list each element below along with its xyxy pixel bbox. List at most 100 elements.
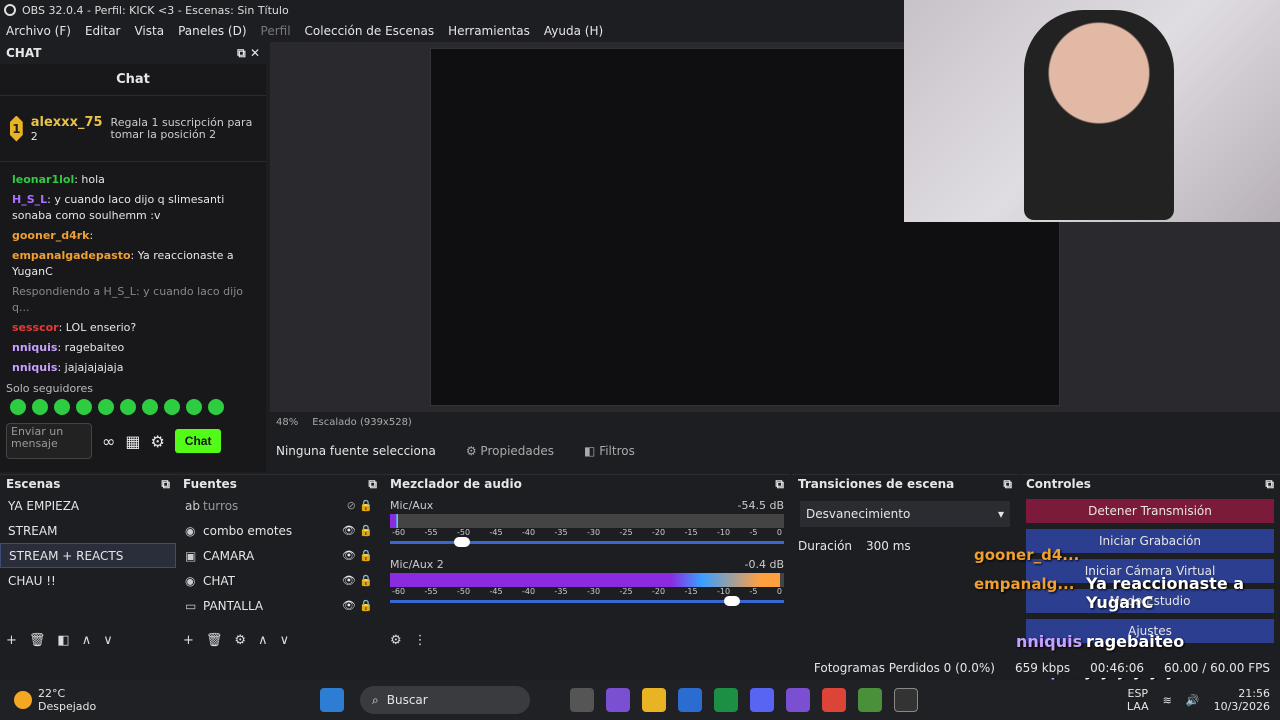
volume-slider[interactable] <box>390 537 784 547</box>
duration-field[interactable]: 300 ms <box>866 539 911 553</box>
source-item[interactable]: ab turros ⊘ 🔒 <box>177 493 383 518</box>
pinned-gift[interactable]: 1 alexxx_75 2 Regala 1 suscripción para … <box>0 96 266 162</box>
volume-slider[interactable] <box>390 596 784 606</box>
float-icon[interactable]: ⧉ <box>161 477 170 492</box>
down-icon[interactable]: ∨ <box>280 633 290 648</box>
menu-profile[interactable]: Perfil <box>261 24 291 38</box>
trash-icon[interactable]: 🗑 <box>206 633 223 648</box>
discord-icon[interactable] <box>750 688 774 712</box>
copilot-icon[interactable] <box>606 688 630 712</box>
scale-label[interactable]: Escalado (939x528) <box>312 417 412 428</box>
source-item[interactable]: ▭ PANTALLA 👁 🔒 <box>177 593 383 618</box>
obs-icon[interactable] <box>894 688 918 712</box>
up-icon[interactable]: ∧ <box>82 633 92 648</box>
emote-icon[interactable] <box>76 399 92 415</box>
windows-start-icon[interactable] <box>320 688 344 712</box>
emote-icon[interactable] <box>54 399 70 415</box>
source-toolbar: Ninguna fuente selecciona ⚙ Propiedades … <box>270 438 1280 464</box>
float-icon[interactable]: ⧉ <box>775 477 784 492</box>
transitions-title: Transiciones de escena <box>798 477 955 491</box>
source-item[interactable]: ◉ combo emotes 👁 🔒 <box>177 518 383 543</box>
scene-item[interactable]: YA EMPIEZA <box>0 493 176 518</box>
bitrate: 659 kbps <box>1014 661 1071 675</box>
zoom-level[interactable]: 48% <box>276 417 298 428</box>
weather-widget[interactable]: 22°C Despejado <box>14 687 314 713</box>
menu-file[interactable]: Archivo (F) <box>6 24 71 38</box>
chat-input[interactable]: Enviar un mensaje <box>6 423 92 459</box>
word-icon[interactable] <box>678 688 702 712</box>
monitor-icon: ▭ <box>185 598 197 613</box>
hidden-eye-icon[interactable]: ⊘ 🔒 <box>347 499 373 512</box>
task-view-icon[interactable] <box>570 688 594 712</box>
filters-button[interactable]: ◧ Filtros <box>584 444 635 458</box>
emote-icon[interactable] <box>142 399 158 415</box>
down-icon[interactable]: ∨ <box>103 633 113 648</box>
float-icon[interactable]: ⧉ <box>368 477 377 492</box>
eye-icon[interactable]: 👁 🔒 <box>342 549 373 562</box>
chat-message: empanalgadepasto: Ya reaccionaste a Yuga… <box>12 249 234 278</box>
more-icon[interactable]: ⋮ <box>414 633 427 648</box>
file-explorer-icon[interactable] <box>642 688 666 712</box>
close-icon[interactable]: ✕ <box>250 46 260 60</box>
clock[interactable]: 21:56 10/3/2026 <box>1214 687 1270 713</box>
emote-picker-icon[interactable]: ∞ <box>102 432 115 451</box>
scene-item-selected[interactable]: STREAM + REACTS <box>0 543 176 568</box>
transition-select[interactable]: Desvanecimiento ▾ <box>800 501 1010 527</box>
emote-row <box>0 395 266 419</box>
advanced-audio-icon[interactable]: ⚙ <box>390 633 402 648</box>
pinned-user: alexxx_75 <box>30 114 103 130</box>
emote-icon[interactable] <box>208 399 224 415</box>
float-icon[interactable]: ⧉ <box>237 46 246 60</box>
filter-icon[interactable]: ◧ <box>57 633 69 648</box>
eye-icon[interactable]: 👁 🔒 <box>342 599 373 612</box>
menu-docks[interactable]: Paneles (D) <box>178 24 246 38</box>
language-indicator[interactable]: ESP LAA <box>1127 687 1149 713</box>
add-icon[interactable]: + <box>183 633 194 648</box>
menu-edit[interactable]: Editar <box>85 24 121 38</box>
controls-dock: Controles ⧉ Detener Transmisión Iniciar G… <box>1020 474 1280 656</box>
menu-tools[interactable]: Herramientas <box>448 24 530 38</box>
taskbar-search[interactable]: ⌕ Buscar <box>360 686 530 714</box>
gear-icon[interactable]: ⚙ <box>150 432 164 451</box>
app-icon[interactable] <box>786 688 810 712</box>
chat-send-button[interactable]: Chat <box>174 429 222 453</box>
minecraft-icon[interactable] <box>858 688 882 712</box>
volume-icon[interactable]: 🔊 <box>1186 694 1200 707</box>
menu-scene-collection[interactable]: Colección de Escenas <box>305 24 435 38</box>
reply-context: Respondiendo a H_S_L: y cuando laco dijo… <box>12 285 243 314</box>
scenes-dock: Escenas ⧉ YA EMPIEZA STREAM STREAM + REAC… <box>0 474 176 656</box>
webcam-feed <box>904 0 1280 222</box>
volume-meter <box>390 573 784 587</box>
emote-icon[interactable] <box>186 399 202 415</box>
store-icon[interactable]: ▦ <box>125 432 140 451</box>
float-icon[interactable]: ⧉ <box>1265 477 1274 492</box>
emote-icon[interactable] <box>10 399 26 415</box>
chat-message: sesscor: LOL enserio? <box>12 321 137 334</box>
menu-view[interactable]: Vista <box>134 24 164 38</box>
emote-icon[interactable] <box>120 399 136 415</box>
source-item[interactable]: ▣ CAMARA 👁 🔒 <box>177 543 383 568</box>
emote-icon[interactable] <box>98 399 114 415</box>
scene-item[interactable]: CHAU !! <box>0 568 176 593</box>
filter-icon: ◧ <box>584 444 596 458</box>
chat-message: nniquis: ragebaiteo <box>12 341 125 354</box>
meter-ticks: -60 -55 -50 -45 -40 -35 -30 -25 -20 -15 -10 -5 0 <box>392 587 782 596</box>
scene-item[interactable]: STREAM <box>0 518 176 543</box>
emote-icon[interactable] <box>164 399 180 415</box>
trash-icon[interactable]: 🗑 <box>29 633 46 648</box>
chrome-icon[interactable] <box>822 688 846 712</box>
source-item[interactable]: ◉ CHAT 👁 🔒 <box>177 568 383 593</box>
eye-icon[interactable]: 👁 🔒 <box>342 574 373 587</box>
gear-icon[interactable]: ⚙ <box>234 633 246 648</box>
float-icon[interactable]: ⧉ <box>1003 477 1012 492</box>
emote-icon[interactable] <box>32 399 48 415</box>
excel-icon[interactable] <box>714 688 738 712</box>
eye-icon[interactable]: 👁 🔒 <box>342 524 373 537</box>
properties-button[interactable]: ⚙ Propiedades <box>466 444 554 458</box>
add-icon[interactable]: + <box>6 633 17 648</box>
menu-help[interactable]: Ayuda (H) <box>544 24 603 38</box>
up-icon[interactable]: ∧ <box>258 633 268 648</box>
stop-stream-button[interactable]: Detener Transmisión <box>1026 499 1274 523</box>
wifi-icon[interactable]: ≋ <box>1163 694 1172 707</box>
title-bar: OBS 32.0.4 - Perfil: KICK <3 - Escenas: … <box>0 0 900 20</box>
